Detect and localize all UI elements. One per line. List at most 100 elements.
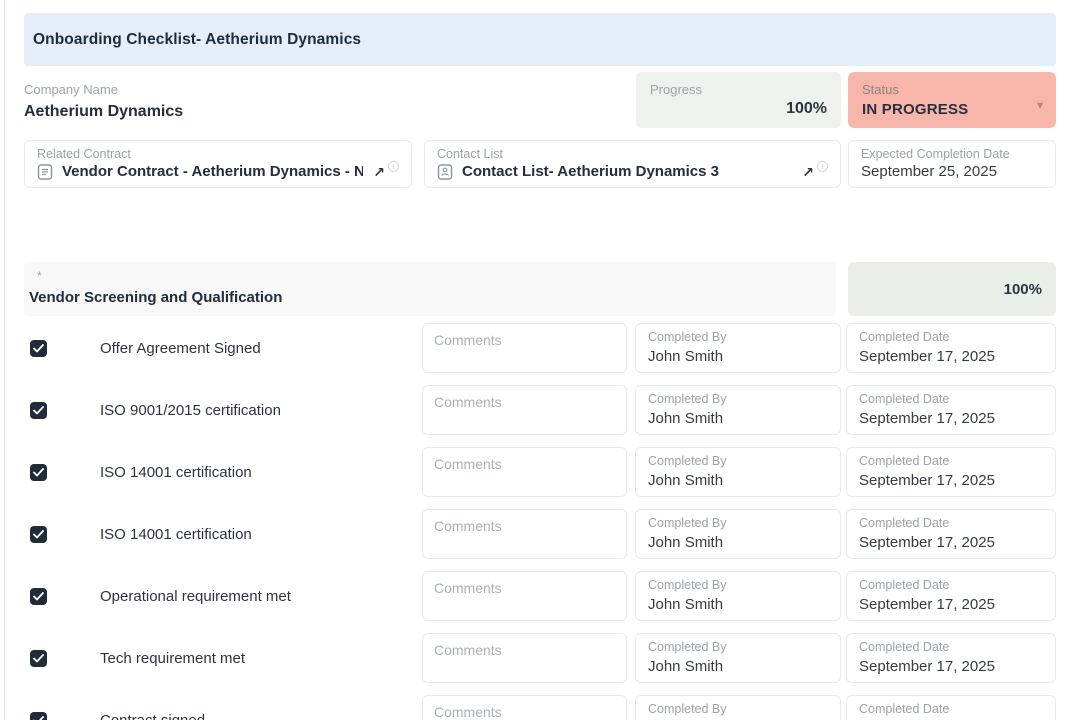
item-left: ISO 14001 certification [24,447,422,497]
completed-date-field[interactable]: Completed Date September 17, 2025 [846,509,1056,559]
comments-input-box[interactable] [422,385,627,435]
contact-list-label: Contact List [437,147,828,161]
comments-input-box[interactable] [422,695,627,720]
completed-date-field[interactable]: Completed Date [846,695,1056,720]
item-checkbox[interactable] [30,340,47,357]
related-contract-field[interactable]: Related Contract Vendor Contract - Aethe… [24,140,412,188]
expected-completion-date-label: Expected Completion Date [861,147,1043,161]
item-checkbox[interactable] [30,650,47,667]
completed-date-value: September 17, 2025 [859,596,1043,613]
checklist-item-row: ISO 9001/2015 certification Completed By… [24,385,1056,435]
completed-by-label: Completed By [648,516,828,530]
completed-date-field[interactable]: Completed Date September 17, 2025 [846,447,1056,497]
completed-date-value: September 17, 2025 [859,534,1043,551]
completed-date-label: Completed Date [859,454,1043,468]
completed-by-value: John Smith [648,472,828,489]
item-left: Contract signed [24,695,422,720]
section-progress-badge: 100% [848,262,1056,316]
completed-date-field[interactable]: Completed Date September 17, 2025 [846,323,1056,373]
item-left: ISO 9001/2015 certification [24,385,422,435]
item-checkbox[interactable] [30,402,47,419]
item-left: ISO 14001 certification [24,509,422,559]
comments-input[interactable] [434,518,615,552]
completed-date-field[interactable]: Completed Date September 17, 2025 [846,385,1056,435]
completed-by-value: John Smith [648,596,828,613]
completed-by-label: Completed By [648,702,828,716]
completed-by-field[interactable]: Completed By [635,695,841,720]
external-link-icon[interactable]: ↗ [802,165,814,179]
completed-by-field[interactable]: Completed By John Smith [635,509,841,559]
overview-row-2: Related Contract Vendor Contract - Aethe… [24,140,1056,188]
completed-by-label: Completed By [648,392,828,406]
comments-input[interactable] [434,394,615,428]
item-left: Operational requirement met [24,571,422,621]
completed-by-value: John Smith [648,658,828,675]
completed-by-label: Completed By [648,640,828,654]
completed-date-value: September 17, 2025 [859,348,1043,365]
company-name-label: Company Name [24,82,636,97]
comments-input[interactable] [434,456,615,490]
item-checkbox[interactable] [30,464,47,481]
section-header-row: * Vendor Screening and Qualification 100… [24,262,1056,316]
item-label: Offer Agreement Signed [100,340,261,357]
info-icon: i [388,161,399,172]
completed-by-value: John Smith [648,410,828,427]
page-title: Onboarding Checklist- Aetherium Dynamics [33,31,361,49]
status-value: IN PROGRESS [862,101,1042,118]
completed-date-value: September 17, 2025 [859,410,1043,427]
completed-date-field[interactable]: Completed Date September 17, 2025 [846,633,1056,683]
item-checkbox[interactable] [30,712,47,720]
content-area: Onboarding Checklist- Aetherium Dynamics… [24,0,1056,720]
expected-completion-date-field[interactable]: Expected Completion Date September 25, 2… [848,140,1056,188]
overview-row-1: Company Name Aetherium Dynamics Progress… [24,72,1056,128]
comments-input-box[interactable] [422,633,627,683]
completed-by-field[interactable]: Completed By John Smith [635,633,841,683]
comments-input[interactable] [434,332,615,366]
required-asterisk: * [37,269,42,283]
section-header: * Vendor Screening and Qualification [24,262,836,316]
related-contract-value[interactable]: Vendor Contract - Aetherium Dynamics - N… [62,163,363,180]
chevron-down-icon[interactable]: ▾ [1037,99,1043,111]
comments-input-box[interactable] [422,509,627,559]
completed-date-label: Completed Date [859,640,1043,654]
comments-input[interactable] [434,580,615,614]
progress-label: Progress [650,82,827,97]
contact-list-field[interactable]: Contact List Contact List- Aetherium Dyn… [424,140,841,188]
completed-by-label: Completed By [648,330,828,344]
item-label: Tech requirement met [100,650,245,667]
completed-date-label: Completed Date [859,392,1043,406]
item-left: Tech requirement met [24,633,422,683]
comments-input-box[interactable] [422,323,627,373]
completed-by-value: John Smith [648,534,828,551]
comments-input[interactable] [434,642,615,676]
item-label: Contract signed [100,712,205,720]
progress-field: Progress 100% [636,72,841,128]
completed-by-field[interactable]: Completed By John Smith [635,385,841,435]
company-name-field: Company Name Aetherium Dynamics [24,72,636,128]
onboarding-checklist-page: Onboarding Checklist- Aetherium Dynamics… [0,0,1080,720]
item-checkbox[interactable] [30,526,47,543]
comments-input-box[interactable] [422,447,627,497]
checklist-item-row: ISO 14001 certification Completed By Joh… [24,509,1056,559]
checklist-item-row: Operational requirement met Completed By… [24,571,1056,621]
item-label: Operational requirement met [100,588,291,605]
completed-by-field[interactable]: Completed By John Smith [635,323,841,373]
status-dropdown[interactable]: Status IN PROGRESS ▾ [848,72,1056,128]
item-left: Offer Agreement Signed [24,323,422,373]
completed-date-field[interactable]: Completed Date September 17, 2025 [846,571,1056,621]
completed-by-field[interactable]: Completed By John Smith [635,447,841,497]
completed-by-value: John Smith [648,348,828,365]
completed-by-field[interactable]: Completed By John Smith [635,571,841,621]
item-checkbox[interactable] [30,588,47,605]
company-name-value: Aetherium Dynamics [24,103,636,121]
contacts-icon [437,164,453,180]
info-icon: i [817,161,828,172]
contact-list-value[interactable]: Contact List- Aetherium Dynamics 3 [462,163,719,180]
completed-by-label: Completed By [648,578,828,592]
item-label: ISO 14001 certification [100,464,252,481]
comments-input-box[interactable] [422,571,627,621]
status-label: Status [862,82,1042,97]
comments-input[interactable] [434,704,615,720]
external-link-icon[interactable]: ↗ [373,165,385,179]
item-label: ISO 14001 certification [100,526,252,543]
